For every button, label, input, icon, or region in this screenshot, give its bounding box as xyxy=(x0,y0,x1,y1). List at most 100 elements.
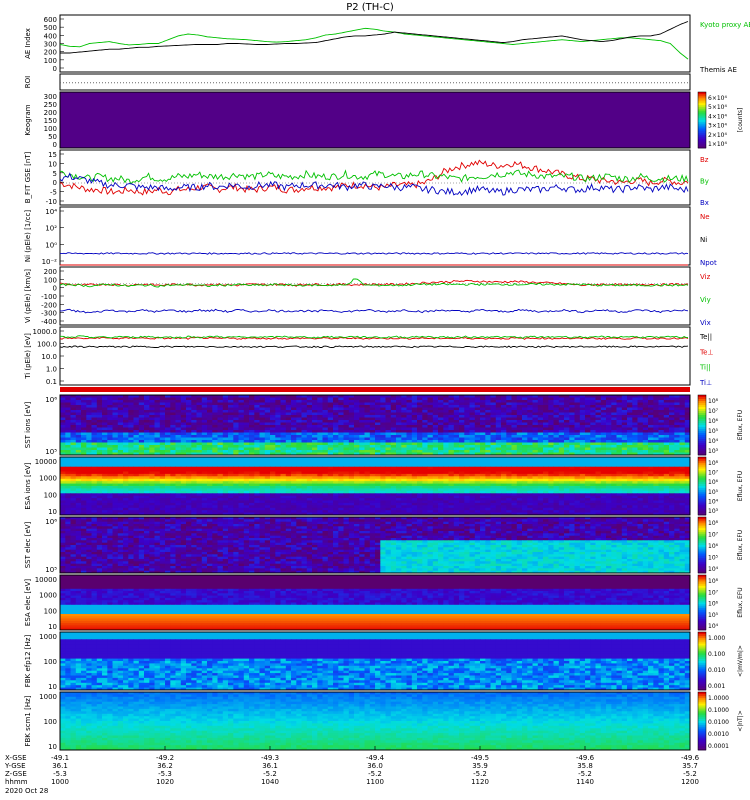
heatmap-cell xyxy=(433,428,439,431)
heatmap-cell xyxy=(349,491,355,494)
heatmap-cell xyxy=(617,418,623,421)
heatmap-cell xyxy=(118,408,124,411)
heatmap-cell xyxy=(664,484,670,487)
heatmap-cell xyxy=(449,445,455,448)
heatmap-cell xyxy=(491,484,497,487)
heatmap-cell xyxy=(333,438,339,441)
heatmap-cell xyxy=(480,435,486,438)
heatmap-cell xyxy=(65,491,71,494)
heatmap-cell xyxy=(181,423,187,426)
heatmap-cell xyxy=(344,415,350,418)
heatmap-cell xyxy=(144,420,150,423)
heatmap-cell xyxy=(596,428,602,431)
heatmap-cell xyxy=(638,435,644,438)
heatmap-cell xyxy=(365,464,371,467)
heatmap-cell xyxy=(533,474,539,477)
heatmap-cell xyxy=(233,459,239,462)
heatmap-cell xyxy=(186,481,192,484)
heatmap-cell xyxy=(165,92,171,148)
heatmap-cell xyxy=(212,430,218,433)
heatmap-cell xyxy=(664,415,670,418)
heatmap-cell xyxy=(491,469,497,472)
heatmap-cell xyxy=(176,410,182,413)
heatmap-cell xyxy=(464,474,470,477)
ytick-sst1: 10⁵ xyxy=(45,448,57,456)
heatmap-cell xyxy=(559,415,565,418)
heatmap-cell xyxy=(554,435,560,438)
heatmap-cell xyxy=(328,469,334,472)
heatmap-cell xyxy=(349,438,355,441)
ytick-temp: 1.0 xyxy=(46,366,57,374)
heatmap-cell xyxy=(307,479,313,482)
heatmap-cell xyxy=(548,423,554,426)
heatmap-cell xyxy=(176,443,182,446)
heatmap-cell xyxy=(475,476,481,479)
heatmap-cell xyxy=(506,472,512,475)
heatmap-cell xyxy=(92,423,98,426)
heatmap-cell xyxy=(517,438,523,441)
heatmap-cell xyxy=(312,425,318,428)
heatmap-cell xyxy=(312,408,318,411)
ytick-keogram: 0 xyxy=(53,141,57,149)
heatmap-cell xyxy=(270,491,276,494)
heatmap-cell xyxy=(207,445,213,448)
heatmap-cell xyxy=(275,479,281,482)
heatmap-cell xyxy=(191,459,197,462)
heatmap-cell xyxy=(638,428,644,431)
heatmap-cell xyxy=(139,464,145,467)
heatmap-cell xyxy=(590,413,596,416)
heatmap-cell xyxy=(207,410,213,413)
heatmap-cell xyxy=(223,430,229,433)
heatmap-cell xyxy=(454,400,460,403)
heatmap-cell xyxy=(76,486,82,489)
heatmap-cell xyxy=(134,481,140,484)
heatmap-cell xyxy=(102,435,108,438)
heatmap-cell xyxy=(643,430,649,433)
heatmap-cell xyxy=(674,469,680,472)
heatmap-cell xyxy=(449,472,455,475)
heatmap-cell xyxy=(422,413,428,416)
heatmap-cell xyxy=(354,479,360,482)
heatmap-cell xyxy=(134,486,140,489)
heatmap-cell xyxy=(554,476,560,479)
heatmap-cell xyxy=(653,435,659,438)
heatmap-cell xyxy=(113,472,119,475)
heatmap-cell xyxy=(653,425,659,428)
heatmap-cell xyxy=(590,92,596,148)
heatmap-cell xyxy=(165,435,171,438)
heatmap-cell xyxy=(233,486,239,489)
heatmap-cell xyxy=(449,403,455,406)
heatmap-cell xyxy=(443,479,449,482)
heatmap-cell xyxy=(354,428,360,431)
heatmap-cell xyxy=(401,450,407,453)
heatmap-cell xyxy=(202,408,208,411)
ytick-keogram: 100 xyxy=(44,125,57,133)
heatmap-cell xyxy=(449,430,455,433)
heatmap-cell xyxy=(223,428,229,431)
heatmap-cell xyxy=(160,423,166,426)
heatmap-cell xyxy=(407,408,413,411)
heatmap-cell xyxy=(102,415,108,418)
heatmap-cell xyxy=(543,479,549,482)
heatmap-cell xyxy=(249,488,255,491)
heatmap-cell xyxy=(71,435,77,438)
heatmap-cell xyxy=(286,430,292,433)
heatmap-cell xyxy=(333,445,339,448)
heatmap-cell xyxy=(197,398,203,401)
heatmap-cell xyxy=(569,469,575,472)
heatmap-cell xyxy=(307,469,313,472)
heatmap-cell xyxy=(102,464,108,467)
heatmap-cell xyxy=(664,440,670,443)
heatmap-cell xyxy=(391,413,397,416)
heatmap-cell xyxy=(354,420,360,423)
heatmap-cell xyxy=(170,491,176,494)
heatmap-cell xyxy=(354,459,360,462)
heatmap-cell xyxy=(354,405,360,408)
heatmap-cell xyxy=(580,398,586,401)
heatmap-cell xyxy=(165,430,171,433)
heatmap-cell xyxy=(296,408,302,411)
heatmap-cell xyxy=(648,413,654,416)
heatmap-cell xyxy=(233,398,239,401)
heatmap-cell xyxy=(307,398,313,401)
heatmap-cell xyxy=(454,440,460,443)
